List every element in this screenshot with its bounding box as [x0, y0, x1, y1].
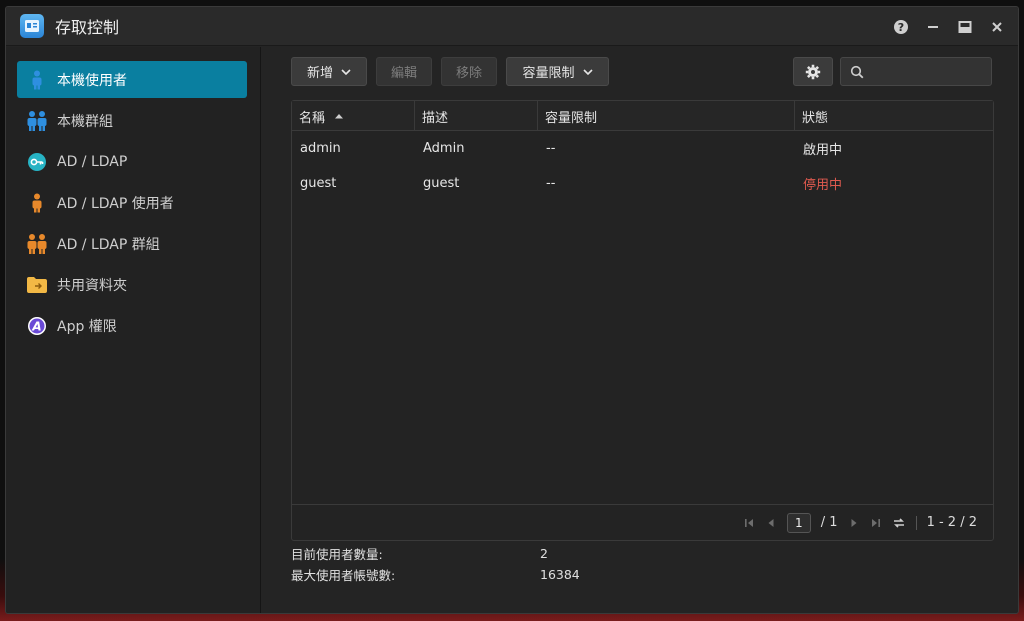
sidebar-item-ad-ldap-users[interactable]: AD / LDAP 使用者	[17, 184, 247, 221]
add-button-label: 新增	[306, 66, 333, 81]
first-page-icon[interactable]	[743, 517, 755, 529]
group-icon	[26, 233, 48, 255]
access-control-app-icon	[20, 14, 44, 38]
sidebar-item-label: App 權限	[57, 318, 117, 335]
previous-page-icon[interactable]	[765, 517, 777, 529]
close-icon	[992, 21, 1002, 32]
cell-description: Admin	[423, 141, 465, 156]
gear-icon	[805, 64, 821, 79]
sidebar-item-ad-ldap-groups[interactable]: AD / LDAP 群組	[17, 225, 247, 262]
cell-name: admin	[300, 141, 341, 156]
next-page-icon[interactable]	[848, 517, 860, 529]
key-icon	[26, 151, 48, 173]
cell-description: guest	[423, 176, 460, 191]
sidebar-item-local-users[interactable]: 本機使用者	[17, 61, 247, 98]
group-icon	[26, 110, 48, 132]
folder-icon	[26, 274, 48, 296]
table-row[interactable]: admin Admin -- 啟用中	[292, 131, 993, 166]
sidebar-item-label: 共用資料夾	[57, 277, 127, 294]
cell-status-disabled: 停用中	[803, 178, 843, 193]
add-button[interactable]: 新增	[291, 57, 367, 86]
minimize-button[interactable]	[922, 16, 944, 38]
title-bar: 存取控制 ?	[6, 7, 1018, 46]
quota-button-label: 容量限制	[522, 66, 575, 81]
sort-ascending-icon	[335, 114, 344, 119]
maximize-icon	[958, 20, 972, 33]
close-button[interactable]	[986, 16, 1008, 38]
svg-text:A: A	[31, 319, 41, 333]
edit-button[interactable]: 編輯	[376, 57, 432, 86]
search-input[interactable]	[870, 64, 980, 79]
sidebar-item-ad-ldap[interactable]: AD / LDAP	[17, 143, 247, 180]
sidebar-item-label: AD / LDAP 群組	[57, 236, 160, 253]
column-header-quota[interactable]: 容量限制	[538, 101, 795, 131]
total-pages: / 1	[820, 515, 838, 530]
maximize-button[interactable]	[954, 16, 976, 38]
table-row[interactable]: guest guest -- 停用中	[292, 166, 993, 201]
chevron-down-icon	[582, 68, 593, 75]
last-page-icon[interactable]	[870, 517, 882, 529]
table-header: 名稱 描述 容量限制 狀態	[292, 101, 993, 131]
cell-quota: --	[546, 141, 556, 156]
max-users-label: 最大使用者帳號數:	[291, 568, 396, 583]
sidebar-item-label: AD / LDAP	[57, 153, 128, 170]
user-icon	[26, 192, 48, 214]
max-users-value: 16384	[540, 567, 580, 582]
remove-button[interactable]: 移除	[441, 57, 497, 86]
users-table: 名稱 描述 容量限制 狀態 admin Admin -- 啟用中 guest g…	[291, 100, 994, 541]
quota-button[interactable]: 容量限制	[506, 57, 609, 86]
search-field[interactable]	[840, 57, 992, 86]
user-stats: 目前使用者數量: 2 最大使用者帳號數: 16384	[291, 543, 580, 585]
edit-button-label: 編輯	[390, 66, 417, 81]
cell-name: guest	[300, 176, 337, 191]
chevron-down-icon	[341, 68, 351, 75]
toolbar: 新增 編輯 移除 容量限制	[291, 57, 992, 86]
help-button[interactable]: ?	[890, 16, 912, 38]
sidebar-item-local-groups[interactable]: 本機群組	[17, 102, 247, 139]
column-header-name[interactable]: 名稱	[292, 101, 415, 131]
current-users-label: 目前使用者數量:	[291, 547, 383, 562]
app-icon: A	[26, 315, 48, 337]
remove-button-label: 移除	[455, 66, 482, 81]
user-icon	[26, 69, 48, 91]
refresh-icon[interactable]	[892, 516, 906, 530]
pagination-bar: / 1 1 - 2 / 2	[292, 504, 993, 540]
sidebar-item-label: 本機群組	[57, 113, 113, 130]
sidebar-item-label: AD / LDAP 使用者	[57, 195, 174, 212]
help-icon: ?	[894, 19, 908, 34]
sidebar: 本機使用者 本機群組 AD / LDAP AD / LDAP 使用者 AD / …	[6, 47, 261, 613]
cell-quota: --	[546, 176, 556, 191]
sidebar-item-shared-folders[interactable]: 共用資料夾	[17, 266, 247, 303]
cell-status-enabled: 啟用中	[803, 143, 843, 158]
column-header-status[interactable]: 狀態	[795, 101, 993, 131]
svg-text:?: ?	[898, 21, 904, 34]
column-header-description[interactable]: 描述	[415, 101, 538, 131]
settings-button[interactable]	[793, 57, 833, 86]
search-icon	[850, 65, 864, 78]
access-control-window: 存取控制 ? 本機使用者 本機群組 AD / LDAP AD / LDAP 使用…	[5, 6, 1019, 614]
minimize-icon	[928, 25, 938, 28]
page-number-input[interactable]	[786, 512, 811, 533]
current-users-value: 2	[540, 546, 548, 561]
window-title: 存取控制	[55, 18, 120, 37]
sidebar-item-app-permissions[interactable]: A App 權限	[17, 307, 247, 344]
record-range: 1 - 2 / 2	[926, 515, 977, 530]
main-panel: 新增 編輯 移除 容量限制 名稱 描述 容量限制 狀態 admin Admin …	[262, 47, 1018, 613]
pagination-divider	[915, 515, 917, 530]
sidebar-item-label: 本機使用者	[57, 72, 127, 89]
